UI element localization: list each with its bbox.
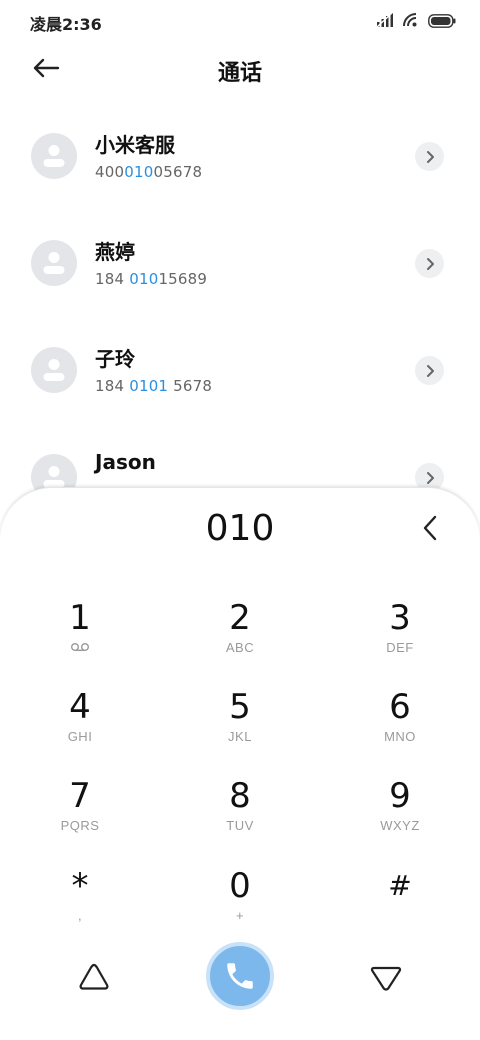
- status-bar: 凌晨2:36: [0, 0, 480, 40]
- dialed-number: 010: [205, 508, 275, 549]
- dialpad-key-9[interactable]: 9 WXYZ: [330, 776, 470, 856]
- contact-detail-button[interactable]: [415, 249, 444, 278]
- contact-name: 小米客服: [95, 133, 175, 157]
- contact-item[interactable]: 小米客服 40001005678: [0, 113, 480, 203]
- contact-name: 子玲: [95, 347, 135, 371]
- dialpad-key-3[interactable]: 3 DEF: [330, 598, 470, 678]
- triangle-up-icon: [79, 963, 109, 990]
- contact-name: 燕婷: [95, 240, 135, 264]
- contact-item[interactable]: 燕婷 184 01015689: [0, 220, 480, 310]
- signal-icon: [375, 11, 394, 32]
- contact-name: Jason: [95, 450, 156, 474]
- collapse-dialpad-button[interactable]: [74, 960, 114, 996]
- status-time: 凌晨2:36: [30, 15, 102, 34]
- dialpad-key-8[interactable]: 8 TUV: [170, 776, 310, 856]
- dialpad-key-1[interactable]: 1: [10, 598, 150, 678]
- contact-detail-button[interactable]: [415, 142, 444, 171]
- dialer-action-bar: [0, 930, 480, 1020]
- dialpad-key-5[interactable]: 5 JKL: [170, 687, 310, 767]
- contact-number: 40001005678: [95, 163, 203, 181]
- avatar: [31, 240, 77, 286]
- chevron-right-icon: [426, 257, 434, 270]
- backspace-button[interactable]: [412, 510, 448, 546]
- person-icon: [43, 145, 65, 167]
- wifi-icon: [402, 12, 420, 32]
- battery-icon: [428, 13, 456, 32]
- person-icon: [43, 252, 65, 274]
- dialpad-key-7[interactable]: 7 PQRS: [10, 776, 150, 856]
- phone-icon: [227, 963, 253, 989]
- contact-number: 184 01015689: [95, 270, 208, 288]
- avatar: [31, 133, 77, 179]
- page-title: 通话: [217, 61, 262, 86]
- chevron-right-icon: [426, 150, 434, 163]
- dialpad-key-6[interactable]: 6 MNO: [330, 687, 470, 767]
- backspace-icon: [423, 515, 437, 541]
- contact-detail-button[interactable]: [415, 356, 444, 385]
- chevron-right-icon: [426, 364, 434, 377]
- call-button[interactable]: [206, 942, 274, 1010]
- status-icons: [375, 11, 456, 32]
- dialpad-key-4[interactable]: 4 GHI: [10, 687, 150, 767]
- contact-number: 184 0101 5678: [95, 377, 213, 395]
- header: 通话: [0, 40, 480, 100]
- person-icon: [43, 359, 65, 381]
- chevron-right-icon: [426, 471, 434, 484]
- voicemail-icon: [10, 640, 150, 655]
- avatar: [31, 347, 77, 393]
- contact-item[interactable]: 子玲 184 0101 5678: [0, 327, 480, 417]
- menu-button[interactable]: [366, 960, 406, 996]
- dialpad-key-2[interactable]: 2 ABC: [170, 598, 310, 678]
- triangle-down-icon: [370, 966, 402, 991]
